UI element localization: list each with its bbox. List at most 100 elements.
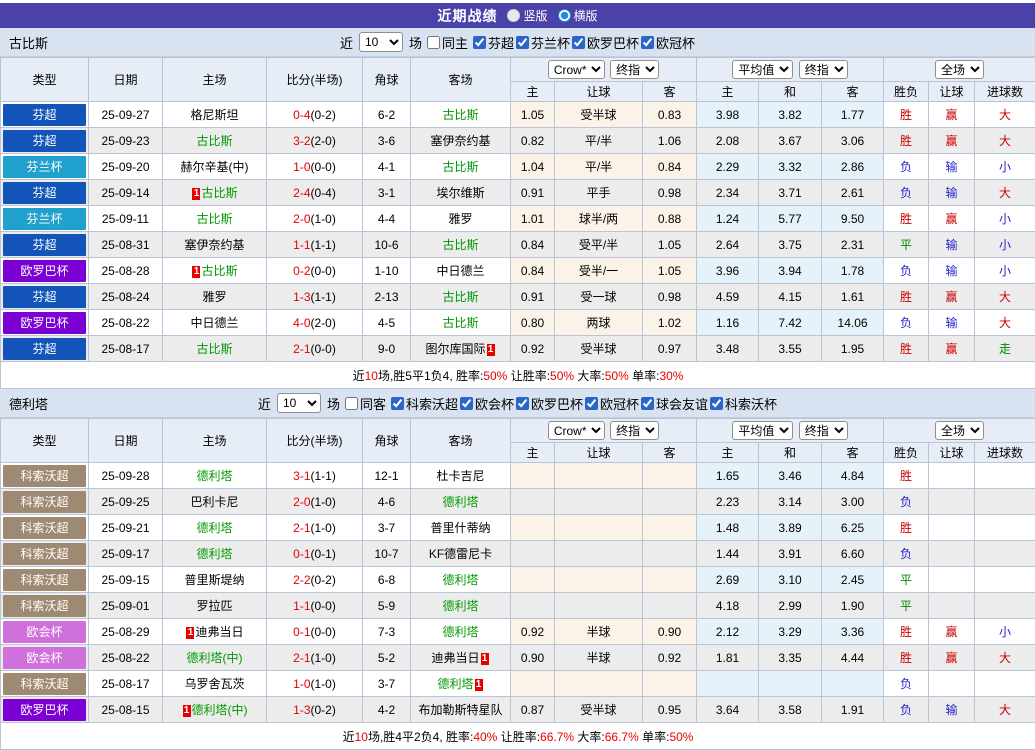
league-filter-checkbox[interactable] [391,397,404,410]
same-venue-checkbox[interactable]: 同客 [343,394,386,413]
league-type-badge[interactable]: 科索沃超 [3,673,86,695]
team-name[interactable]: 古比斯 [442,108,478,122]
team-name[interactable]: 布加勒斯特星队 [418,703,502,717]
league-type-badge[interactable]: 欧会杯 [3,647,86,669]
league-type-badge[interactable]: 科索沃超 [3,543,86,565]
team-name[interactable]: 巴利卡尼 [190,495,238,509]
league-type-badge[interactable]: 欧罗巴杯 [3,312,86,334]
team-name[interactable]: 德利塔 [196,547,232,561]
odds-final-select[interactable]: 终指 [610,60,659,79]
league-filter[interactable]: 欧罗巴杯 [514,394,583,413]
league-type-badge[interactable]: 芬超 [3,338,86,360]
team-name[interactable]: 古比斯 [442,238,478,252]
league-filter-checkbox[interactable] [710,397,723,410]
match-count-select[interactable]: 10 [359,32,403,52]
team-name[interactable]: 古比斯 [196,212,232,226]
team-name[interactable]: 中日德兰 [190,316,238,330]
layout-radio-horizontal[interactable]: 横版 [558,7,598,24]
league-type-badge[interactable]: 科索沃超 [3,595,86,617]
team-name[interactable]: 古比斯 [442,316,478,330]
team-name[interactable]: 德利塔 [442,495,478,509]
team-name[interactable]: 德利塔 [442,625,478,639]
league-type-badge[interactable]: 芬超 [3,234,86,256]
league-filter[interactable]: 芬兰杯 [514,33,570,52]
league-type-badge[interactable]: 科索沃超 [3,491,86,513]
avg-final-select[interactable]: 终指 [799,421,848,440]
league-filter-checkbox[interactable] [585,397,598,410]
league-type-badge[interactable]: 芬超 [3,286,86,308]
team-name[interactable]: 德利塔 [196,469,232,483]
league-filter-checkbox[interactable] [460,397,473,410]
team-name[interactable]: 古比斯 [201,264,237,278]
league-type-badge[interactable]: 科索沃超 [3,465,86,487]
same-venue-checkbox-input[interactable] [345,397,358,410]
league-filter-checkbox[interactable] [641,397,654,410]
same-venue-checkbox[interactable]: 同主 [425,33,468,52]
team-name[interactable]: 迪弗当日 [431,651,479,665]
avg-final-select[interactable]: 终指 [799,60,848,79]
team-name[interactable]: 古比斯 [442,160,478,174]
team-name[interactable]: 德利塔 [196,521,232,535]
league-filter-checkbox[interactable] [641,36,654,49]
team-name[interactable]: 德利塔 [442,599,478,613]
team-name[interactable]: 普里什蒂纳 [430,521,490,535]
league-filter[interactable]: 欧冠杯 [639,33,695,52]
league-type-badge[interactable]: 欧罗巴杯 [3,699,86,721]
team-name[interactable]: 古比斯 [201,186,237,200]
team-name[interactable]: 古比斯 [196,134,232,148]
team-name[interactable]: KF德雷尼卡 [429,547,492,561]
team-name[interactable]: 德利塔(中) [192,703,248,717]
league-type-badge[interactable]: 芬超 [3,104,86,126]
odds-company-select[interactable]: Crow* [548,60,605,79]
team-name[interactable]: 乌罗舍瓦茨 [184,677,244,691]
team-name[interactable]: 杜卡吉尼 [436,469,484,483]
league-type-badge[interactable]: 芬超 [3,182,86,204]
league-filter[interactable]: 欧罗巴杯 [570,33,639,52]
team-name[interactable]: 格尼斯坦 [190,108,238,122]
team-name[interactable]: 德利塔 [437,677,473,691]
league-type-badge[interactable]: 欧会杯 [3,621,86,643]
odds-final-select[interactable]: 终指 [610,421,659,440]
team-name[interactable]: 赫尔辛基(中) [181,160,249,174]
average-select[interactable]: 平均值 [732,60,793,79]
team-name[interactable]: 德利塔 [442,573,478,587]
league-type-badge[interactable]: 欧罗巴杯 [3,260,86,282]
league-filter[interactable]: 球会友谊 [639,394,708,413]
league-type-badge[interactable]: 科索沃超 [3,517,86,539]
league-filter[interactable]: 欧会杯 [458,394,514,413]
layout-radio-vertical[interactable]: 竖版 [507,7,547,24]
match-count-select[interactable]: 10 [277,393,321,413]
scope-select[interactable]: 全场 [935,421,984,440]
league-filter[interactable]: 科索沃超 [389,394,458,413]
team-name[interactable]: 雅罗 [202,290,226,304]
team-name[interactable]: 塞伊奈约基 [184,238,244,252]
league-type-badge[interactable]: 芬兰杯 [3,208,86,230]
team-name[interactable]: 古比斯 [442,290,478,304]
vertical-radio-input[interactable] [507,9,520,22]
league-filter[interactable]: 芬超 [471,33,514,52]
league-type-badge[interactable]: 芬兰杯 [3,156,86,178]
league-filter-checkbox[interactable] [473,36,486,49]
league-filter-checkbox[interactable] [516,397,529,410]
scope-select[interactable]: 全场 [935,60,984,79]
team-name[interactable]: 普里斯堤纳 [184,573,244,587]
league-filter-checkbox[interactable] [572,36,585,49]
league-filter-checkbox[interactable] [516,36,529,49]
same-venue-checkbox-input[interactable] [427,36,440,49]
team-name[interactable]: 古比斯 [196,342,232,356]
league-type-badge[interactable]: 芬超 [3,130,86,152]
team-name[interactable]: 中日德兰 [436,264,484,278]
team-name[interactable]: 迪弗当日 [195,625,243,639]
team-name[interactable]: 罗拉匹 [196,599,232,613]
team-name[interactable]: 塞伊奈约基 [430,134,490,148]
league-filter[interactable]: 欧冠杯 [583,394,639,413]
odds-company-select[interactable]: Crow* [548,421,605,440]
league-type-badge[interactable]: 科索沃超 [3,569,86,591]
horizontal-radio-input[interactable] [558,9,571,22]
team-name[interactable]: 雅罗 [448,212,472,226]
league-filter[interactable]: 科索沃杯 [708,394,777,413]
average-select[interactable]: 平均值 [732,421,793,440]
team-name[interactable]: 德利塔(中) [187,651,243,665]
team-name[interactable]: 图尔库国际 [425,342,485,356]
team-name[interactable]: 埃尔维斯 [436,186,484,200]
